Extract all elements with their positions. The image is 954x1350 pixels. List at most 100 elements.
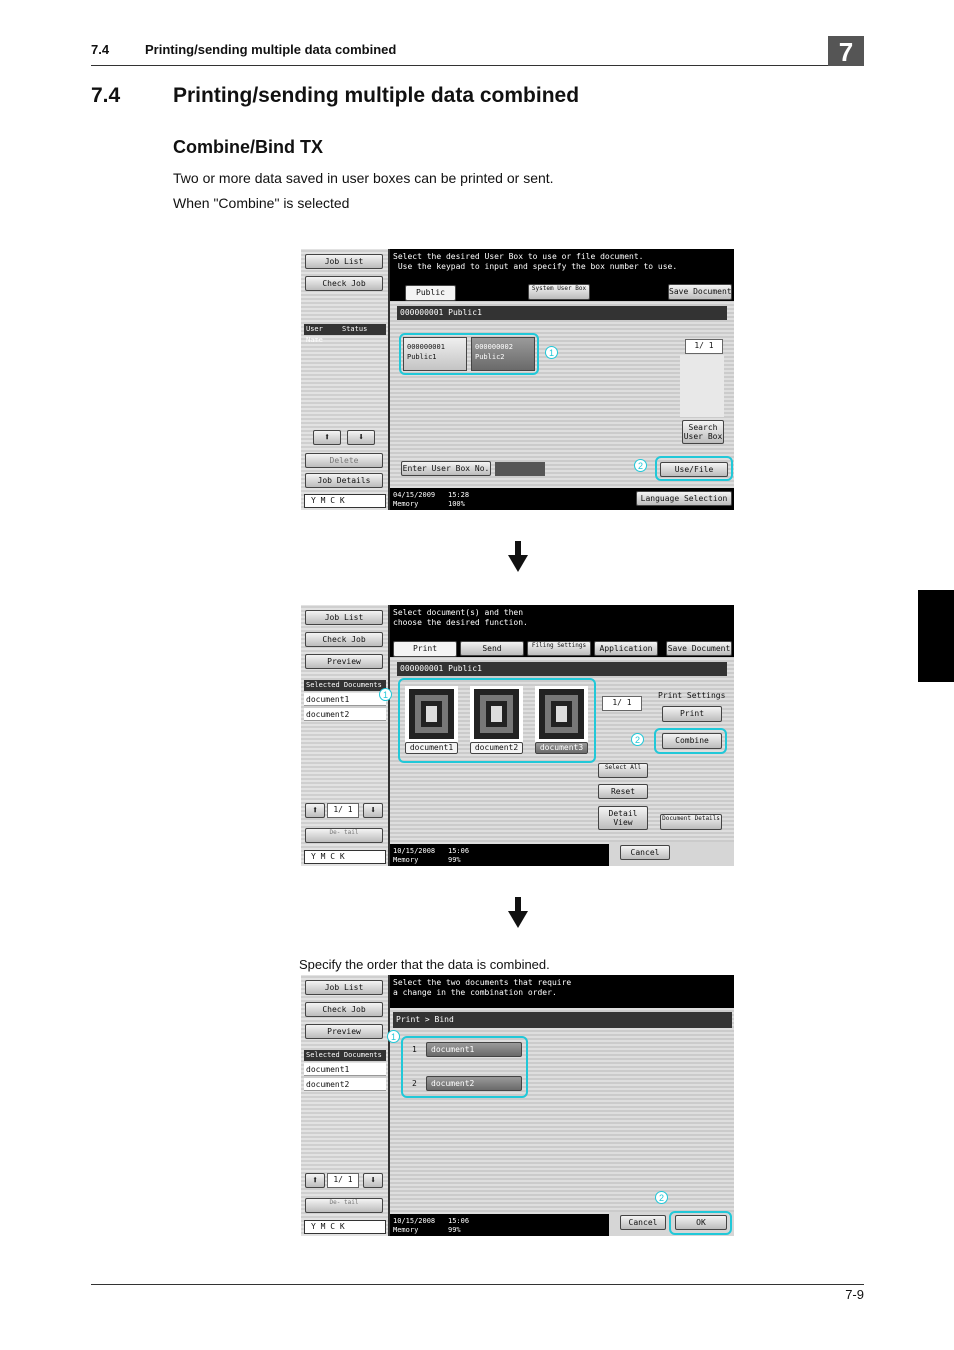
tab-print[interactable]: Print xyxy=(393,641,457,657)
highlight-use-file xyxy=(655,456,733,481)
preview-button[interactable]: Preview xyxy=(305,654,383,669)
left-page-counter: 1/ 1 xyxy=(327,803,359,818)
job-list-button[interactable]: Job List xyxy=(305,254,383,269)
highlight-documents xyxy=(398,678,596,763)
box-number-input[interactable] xyxy=(495,462,545,476)
arrow-up-icon: ⬆ xyxy=(311,1175,319,1186)
check-job-button[interactable]: Check Job xyxy=(305,276,383,291)
scroll-up-button[interactable]: ⬆ xyxy=(305,803,325,818)
page-counter: 1/ 1 xyxy=(685,339,723,354)
breadcrumb: Print > Bind xyxy=(393,1012,732,1028)
toner-indicator: Y M C K xyxy=(304,850,386,864)
scroll-up-button[interactable]: ⬆ xyxy=(305,1173,325,1188)
enter-user-box-no-button[interactable]: Enter User Box No. xyxy=(401,461,491,476)
marker-1: 1 xyxy=(387,1030,400,1043)
screen-bind-order: Job List Check Job Preview Selected Docu… xyxy=(301,975,734,1236)
screen-document-select: Job List Check Job Preview Selected Docu… xyxy=(301,605,734,866)
chapter-side-tab xyxy=(918,590,954,682)
paragraph-intro: Two or more data saved in user boxes can… xyxy=(173,170,554,186)
list-item[interactable]: document1 xyxy=(304,1063,386,1076)
arrow-up-icon: ⬆ xyxy=(323,432,331,443)
caption-combine-order: Specify the order that the data is combi… xyxy=(299,957,550,972)
toner-indicator: Y M C K xyxy=(304,1220,386,1234)
preview-button[interactable]: Preview xyxy=(305,1024,383,1039)
job-list-button[interactable]: Job List xyxy=(305,610,383,625)
header-title: Printing/sending multiple data combined xyxy=(145,42,397,57)
instruction-message: Select document(s) and then choose the d… xyxy=(390,605,734,638)
job-details-button[interactable]: Job Details xyxy=(305,473,383,488)
status-bar: 04/15/2009 15:28 Memory 100% Language Se… xyxy=(390,488,734,510)
search-user-box-button[interactable]: Search User Box xyxy=(682,420,724,444)
list-item[interactable]: document2 xyxy=(304,708,386,721)
select-all-button[interactable]: Select All xyxy=(598,763,648,778)
language-selection-button[interactable]: Language Selection xyxy=(636,491,732,506)
main-area: Public System User Box Save Document 000… xyxy=(390,282,734,488)
selected-documents-header: Selected Documents xyxy=(304,680,386,691)
status-bar: 10/15/2008 15:06 Memory 99% Cancel xyxy=(390,842,734,866)
scroll-track[interactable] xyxy=(680,355,724,417)
cancel-button[interactable]: Cancel xyxy=(620,1215,666,1230)
selected-documents-header: Selected Documents xyxy=(304,1050,386,1061)
arrow-down-icon: ⬇ xyxy=(369,1175,377,1186)
heading-title: Printing/sending multiple data combined xyxy=(173,84,580,107)
status-header: Status xyxy=(340,324,386,335)
job-list-button[interactable]: Job List xyxy=(305,980,383,995)
tab-send[interactable]: Send xyxy=(460,641,524,656)
check-job-button[interactable]: Check Job xyxy=(305,1002,383,1017)
header-rule xyxy=(91,65,864,66)
arrow-down-icon: ⬇ xyxy=(357,432,365,443)
check-job-button[interactable]: Check Job xyxy=(305,632,383,647)
marker-2: 2 xyxy=(631,733,644,746)
list-item[interactable]: document1 xyxy=(304,693,386,706)
tab-public[interactable]: Public xyxy=(405,285,456,301)
scroll-up-button[interactable]: ⬆ xyxy=(313,430,341,445)
down-arrow-icon xyxy=(508,541,528,572)
marker-2: 2 xyxy=(655,1191,668,1204)
toner-indicator: Y M C K xyxy=(304,494,386,508)
print-button[interactable]: Print xyxy=(662,706,722,722)
page-number: 7-9 xyxy=(845,1287,864,1302)
instruction-message: Select the desired User Box to use or fi… xyxy=(390,249,734,282)
document-details-button[interactable]: Document Details xyxy=(660,814,722,830)
save-document-button[interactable]: Save Document xyxy=(666,641,732,656)
scroll-down-button[interactable]: ⬇ xyxy=(363,803,383,818)
chapter-number-box: 7 xyxy=(828,36,864,67)
left-column: Job List Check Job Preview Selected Docu… xyxy=(301,975,390,1236)
subheading: Combine/Bind TX xyxy=(173,137,323,157)
page-counter: 1/ 1 xyxy=(602,696,642,711)
detail-view-button[interactable]: Detail View xyxy=(598,806,648,830)
status-bar: 10/15/2008 15:06 Memory 99% Cancel OK xyxy=(390,1211,734,1236)
heading-number: 7.4 xyxy=(91,84,121,107)
cancel-button[interactable]: Cancel xyxy=(620,845,670,860)
detail-button[interactable]: De- tail xyxy=(305,828,383,843)
scroll-down-button[interactable]: ⬇ xyxy=(363,1173,383,1188)
list-item[interactable]: document2 xyxy=(304,1078,386,1091)
highlight-combine xyxy=(654,728,727,754)
tab-system-user-box[interactable]: System User Box xyxy=(528,284,590,300)
path-bar: 000000001 Public1 xyxy=(397,306,727,320)
highlight-order-list xyxy=(401,1036,528,1098)
delete-button[interactable]: Delete xyxy=(305,453,383,468)
marker-1: 1 xyxy=(545,346,558,359)
reset-button[interactable]: Reset xyxy=(598,784,648,799)
save-document-button[interactable]: Save Document xyxy=(668,284,732,300)
screen-user-box-select: Job List Check Job User Name Status ⬆ ⬇ … xyxy=(301,249,734,510)
scroll-down-button[interactable]: ⬇ xyxy=(347,430,375,445)
tab-filing-settings[interactable]: Filing Settings xyxy=(527,641,591,656)
left-page-counter: 1/ 1 xyxy=(327,1173,359,1188)
marker-1: 1 xyxy=(379,688,392,701)
instruction-message: Select the two documents that require a … xyxy=(390,975,734,1008)
left-column: Job List Check Job Preview Selected Docu… xyxy=(301,605,390,866)
path-bar: 000000001 Public1 xyxy=(397,662,727,676)
left-column: Job List Check Job User Name Status ⬆ ⬇ … xyxy=(301,249,390,510)
arrow-up-icon: ⬆ xyxy=(311,805,319,816)
detail-button[interactable]: De- tail xyxy=(305,1198,383,1213)
footer-rule xyxy=(91,1284,864,1285)
down-arrow-icon xyxy=(508,897,528,928)
main-area: Print Send Filing Settings Application S… xyxy=(379,638,734,844)
highlight-ok xyxy=(669,1211,732,1235)
print-settings-label: Print Settings xyxy=(658,691,726,700)
tab-application[interactable]: Application xyxy=(594,641,658,656)
main-area: Print > Bind 1 document1 2 document2 1 2 xyxy=(387,1008,734,1214)
header-section-number: 7.4 xyxy=(91,42,110,57)
